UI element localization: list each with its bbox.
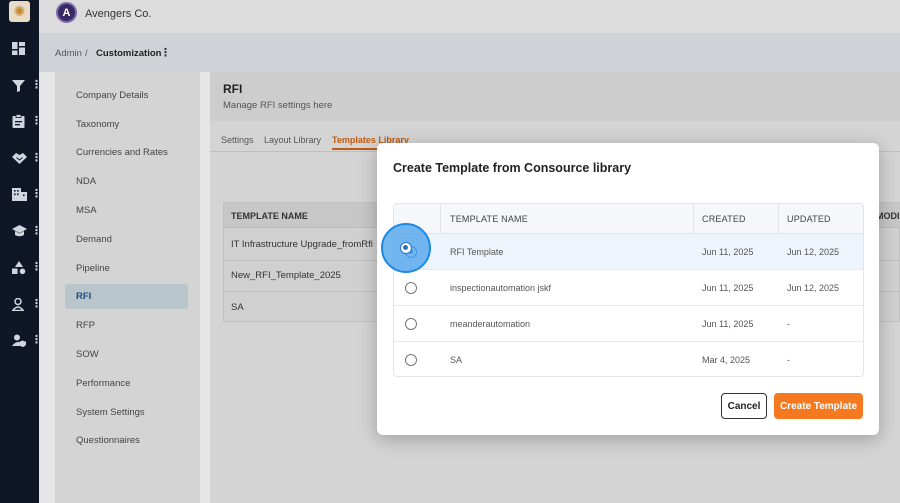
rail-item-user-shield[interactable]: ⋮ [0,329,42,351]
building-icon [12,187,27,201]
rail-item-dashboard[interactable] [0,37,39,59]
clipboard-icon [12,114,25,128]
rail-item-menu-dots[interactable]: ⋮ [31,261,42,273]
column-divider [693,204,694,234]
rail-item-building[interactable]: ⋮ [0,183,42,205]
graduation-cap-icon [12,225,27,237]
rail-item-menu-dots[interactable]: ⋮ [31,298,42,310]
column-template-name: TEMPLATE NAME [231,211,308,221]
library-table: TEMPLATE NAME CREATED UPDATED RFI Templa… [393,203,864,377]
sidebar-item-taxonomy[interactable]: Taxonomy [65,112,188,137]
row-updated: - [787,319,790,329]
library-row-inspectionautomation[interactable]: inspectionautomation jskf Jun 11, 2025 J… [394,270,863,306]
rail-item-menu-dots[interactable]: ⋮ [31,334,42,346]
column-template-name: TEMPLATE NAME [450,214,528,224]
sidebar-item-sow[interactable]: SOW [65,342,188,367]
user-icon [12,297,24,311]
library-row-sa[interactable]: SA Mar 4, 2025 - [394,342,863,376]
breadcrumb: Admin / Customization ⋮ [39,33,900,72]
column-divider [440,204,441,234]
brand-name: Avengers Co. [85,8,152,20]
sidebar-item-performance[interactable]: Performance [65,371,188,396]
page-title: RFI [223,82,243,96]
rail-item-handshake[interactable]: ⋮ [0,147,42,169]
row-created: Jun 11, 2025 [702,283,754,293]
tab-layout-library[interactable]: Layout Library [264,135,321,145]
rail-item-menu-dots[interactable]: ⋮ [31,152,42,164]
table-row[interactable]: New_RFI_Template_2025 [231,270,341,281]
app-logo-icon[interactable]: ✺ [9,1,30,22]
row-updated: Jun 12, 2025 [787,247,840,257]
handshake-icon [12,153,27,164]
modal-title: Create Template from Consource library [393,161,632,175]
tab-settings[interactable]: Settings [221,135,254,145]
shapes-icon [12,260,26,274]
icon-rail: ✺ ⋮ ⋮ ⋮ ⋮ ⋮ ⋮ ⋮ ⋮ [0,0,42,503]
rail-item-funnel[interactable]: ⋮ [0,74,42,96]
row-updated: Jun 12, 2025 [787,283,840,293]
dashboard-icon [12,41,25,55]
library-row-meanderautomation[interactable]: meanderautomation Jun 11, 2025 - [394,306,863,342]
cancel-button[interactable]: Cancel [721,393,767,419]
app-logo-glyph: ✺ [13,3,26,19]
column-updated: UPDATED [787,214,831,224]
row-name: SA [450,355,463,365]
funnel-icon [12,79,25,92]
brand-logo-letter: A [62,6,71,19]
row-created: Jun 11, 2025 [702,247,754,257]
sidebar-item-questionnaires[interactable]: Questionnaires [65,428,188,453]
rail-item-menu-dots[interactable]: ⋮ [31,79,42,91]
table-row[interactable]: SA [231,302,244,313]
click-highlight [381,223,431,273]
rail-item-menu-dots[interactable]: ⋮ [31,188,42,200]
row-name: meanderautomation [450,319,531,329]
breadcrumb-admin-link[interactable]: Admin [55,48,82,59]
sidebar-item-rfi[interactable]: RFI [65,284,188,309]
sidebar-item-nda[interactable]: NDA [65,169,188,194]
sidebar-item-company-details[interactable]: Company Details [65,83,188,108]
create-template-button[interactable]: Create Template [774,393,863,419]
rail-item-shapes[interactable]: ⋮ [0,256,42,278]
row-created: Mar 4, 2025 [702,355,751,365]
row-created: Jun 11, 2025 [702,319,754,329]
sidebar-item-demand[interactable]: Demand [65,227,188,252]
brand-logo-icon: A [56,2,77,23]
sidebar-item-msa[interactable]: MSA [65,198,188,223]
top-bar: A Avengers Co. [39,0,900,33]
sidebar-item-pipeline[interactable]: Pipeline [65,256,188,281]
sidebar-item-system-settings[interactable]: System Settings [65,400,188,425]
breadcrumb-separator: / [85,48,88,59]
column-created: CREATED [702,214,746,224]
rail-item-clipboard[interactable]: ⋮ [0,110,42,132]
create-template-modal: Create Template from Consource library T… [377,143,879,435]
row-radio[interactable] [405,318,417,330]
column-modified: MODI [876,211,900,221]
breadcrumb-current: Customization [96,48,162,59]
rail-item-menu-dots[interactable]: ⋮ [31,115,42,127]
user-shield-icon [12,334,26,347]
sidebar-item-currencies[interactable]: Currencies and Rates [65,140,188,165]
rail-item-user[interactable]: ⋮ [0,293,42,315]
row-radio[interactable] [405,354,417,366]
breadcrumb-menu-icon[interactable]: ⋮ [160,46,171,59]
rail-item-graduation[interactable]: ⋮ [0,220,42,242]
settings-sidebar: Company Details Taxonomy Currencies and … [55,72,200,503]
page-subtitle: Manage RFI settings here [223,100,333,111]
row-name: RFI Template [450,247,504,257]
page-header: RFI Manage RFI settings here [210,72,900,121]
column-divider [778,204,779,234]
library-table-header: TEMPLATE NAME CREATED UPDATED [394,204,863,234]
row-radio[interactable] [405,282,417,294]
row-name: inspectionautomation jskf [450,283,552,293]
sidebar-item-rfp[interactable]: RFP [65,313,188,338]
row-updated: - [787,355,790,365]
selected-radio-indicator [400,242,412,254]
table-row[interactable]: IT Infrastructure Upgrade_fromRfi [231,239,373,250]
library-row-rfi-template[interactable]: RFI Template Jun 11, 2025 Jun 12, 2025 [394,234,863,270]
rail-item-menu-dots[interactable]: ⋮ [31,225,42,237]
